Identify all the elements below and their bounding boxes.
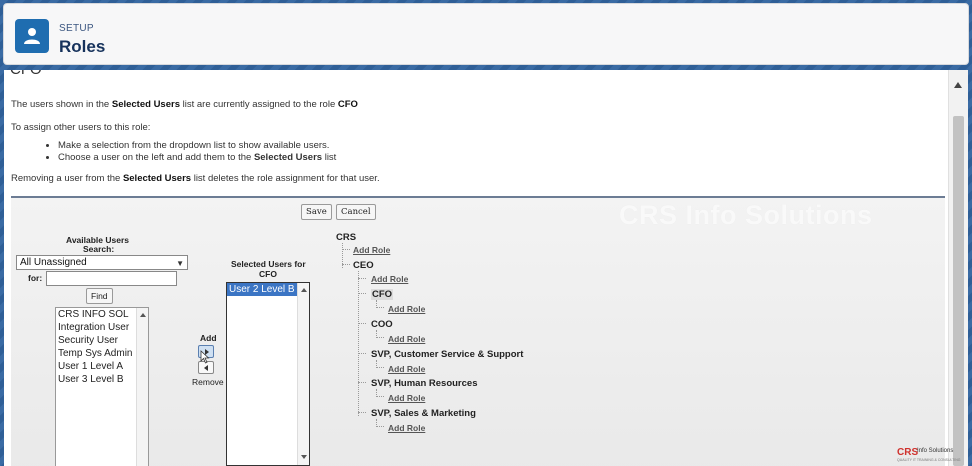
tree-node-ceo: CEO <box>353 260 374 271</box>
scroll-up-icon <box>301 288 307 292</box>
add-role-link[interactable]: Add Role <box>388 334 425 344</box>
assigned-role: CFO <box>337 99 358 110</box>
removing-suffix: list deletes the role assignment for tha… <box>191 173 380 184</box>
list-item[interactable]: User 1 Level A <box>56 360 148 373</box>
add-role-link[interactable]: Add Role <box>388 393 425 403</box>
tree-connector <box>376 396 384 397</box>
add-role-link[interactable]: Add Role <box>388 304 425 314</box>
add-role-link[interactable]: Add Role <box>353 245 390 255</box>
scroll-up-icon <box>140 313 146 317</box>
removing-bold: Selected Users <box>122 173 192 184</box>
page-title: Roles <box>59 37 106 56</box>
tree-connector <box>376 367 384 368</box>
tree-connector <box>342 249 350 250</box>
logo-name: Info Solutions <box>917 448 954 454</box>
tree-connector <box>342 264 350 265</box>
selected-users-label: Selected Users for <box>231 259 306 269</box>
add-role-link[interactable]: Add Role <box>371 274 408 284</box>
cancel-button[interactable]: Cancel <box>336 204 376 220</box>
tree-node-svp-customer-service[interactable]: SVP, Customer Service & Support <box>371 349 523 360</box>
tree-connector <box>358 293 366 294</box>
removing-text: Removing a user from the Selected Users … <box>11 173 380 184</box>
chevron-down-icon: ▼ <box>176 259 184 268</box>
tree-connector <box>376 426 384 427</box>
main-content: CFO The users shown in the Selected User… <box>4 70 968 466</box>
scroll-thumb[interactable] <box>953 116 964 466</box>
assigned-text-prefix: The users shown in the <box>11 99 112 110</box>
logo-tagline: QUALITY IT TRAINING & CONSULTING <box>897 458 961 462</box>
tree-connector <box>376 307 384 308</box>
list-item[interactable]: Integration User <box>56 321 148 334</box>
instructions-list: Make a selection from the dropdown list … <box>46 140 336 164</box>
watermark: CRS Info Solutions <box>619 200 873 230</box>
instruction-prefix: Choose a user on the left and add them t… <box>58 152 254 163</box>
save-button[interactable]: Save <box>301 204 332 220</box>
user-icon <box>15 19 49 53</box>
tree-node-cfo[interactable]: CFO <box>371 289 394 300</box>
mouse-cursor-icon <box>200 350 210 364</box>
add-role-link[interactable]: Add Role <box>388 423 425 433</box>
tree-node-coo[interactable]: COO <box>371 319 393 330</box>
list-scrollbar[interactable] <box>136 308 148 466</box>
role-title: CFO <box>10 70 42 78</box>
page-header: SETUP Roles <box>3 3 969 65</box>
tree-connector <box>358 278 366 279</box>
for-label: for: <box>28 273 43 283</box>
scroll-down-icon <box>301 455 307 459</box>
search-select[interactable]: All Unassigned ▼ <box>16 255 188 270</box>
tree-connector <box>358 382 366 383</box>
list-item[interactable]: Temp Sys Admin <box>56 347 148 360</box>
tree-connector <box>358 323 366 324</box>
search-select-value: All Unassigned <box>20 257 87 268</box>
assigned-text-bold: Selected Users <box>111 99 180 110</box>
setup-label: SETUP <box>59 23 94 34</box>
search-label: Search: <box>83 244 115 254</box>
list-item[interactable]: User 3 Level B <box>56 373 148 386</box>
find-button[interactable]: Find <box>86 288 113 304</box>
assigned-text: The users shown in the Selected Users li… <box>11 99 358 110</box>
scroll-up-icon[interactable] <box>954 82 962 88</box>
tree-node-svp-human-resources[interactable]: SVP, Human Resources <box>371 378 477 389</box>
tree-node-crs: CRS <box>336 232 357 243</box>
selected-users-role-label: CFO <box>259 269 277 279</box>
assign-intro: To assign other users to this role: <box>11 122 151 133</box>
instruction-item: Choose a user on the left and add them t… <box>58 152 336 164</box>
logo-brand: CRS <box>897 447 919 458</box>
available-users-list[interactable]: CRS INFO SOL Integration User Security U… <box>55 307 149 466</box>
tree-connector <box>376 337 384 338</box>
search-input[interactable] <box>46 271 177 286</box>
instruction-bold: Selected Users <box>253 152 323 163</box>
add-role-link[interactable]: Add Role <box>388 364 425 374</box>
tree-connector <box>358 353 366 354</box>
list-item[interactable]: CRS INFO SOL <box>56 308 148 321</box>
role-assignment-panel: CRS Info Solutions Save Cancel Available… <box>11 196 945 466</box>
page-scrollbar[interactable] <box>948 70 968 466</box>
list-item[interactable]: Security User <box>56 334 148 347</box>
tree-connector <box>358 412 366 413</box>
add-label: Add <box>200 333 217 343</box>
assigned-text-middle: list are currently assigned to the role <box>179 99 338 110</box>
list-scrollbar[interactable] <box>297 283 309 465</box>
crs-logo: CRS Info Solutions QUALITY IT TRAINING &… <box>897 447 961 464</box>
arrow-left-icon <box>204 365 208 371</box>
instruction-suffix: list <box>322 152 337 163</box>
selected-users-list[interactable]: User 2 Level B <box>226 282 310 466</box>
remove-label: Remove <box>192 377 224 387</box>
tree-node-svp-sales-marketing[interactable]: SVP, Sales & Marketing <box>371 408 476 419</box>
removing-prefix: Removing a user from the <box>11 173 123 184</box>
instruction-item: Make a selection from the dropdown list … <box>58 140 336 152</box>
